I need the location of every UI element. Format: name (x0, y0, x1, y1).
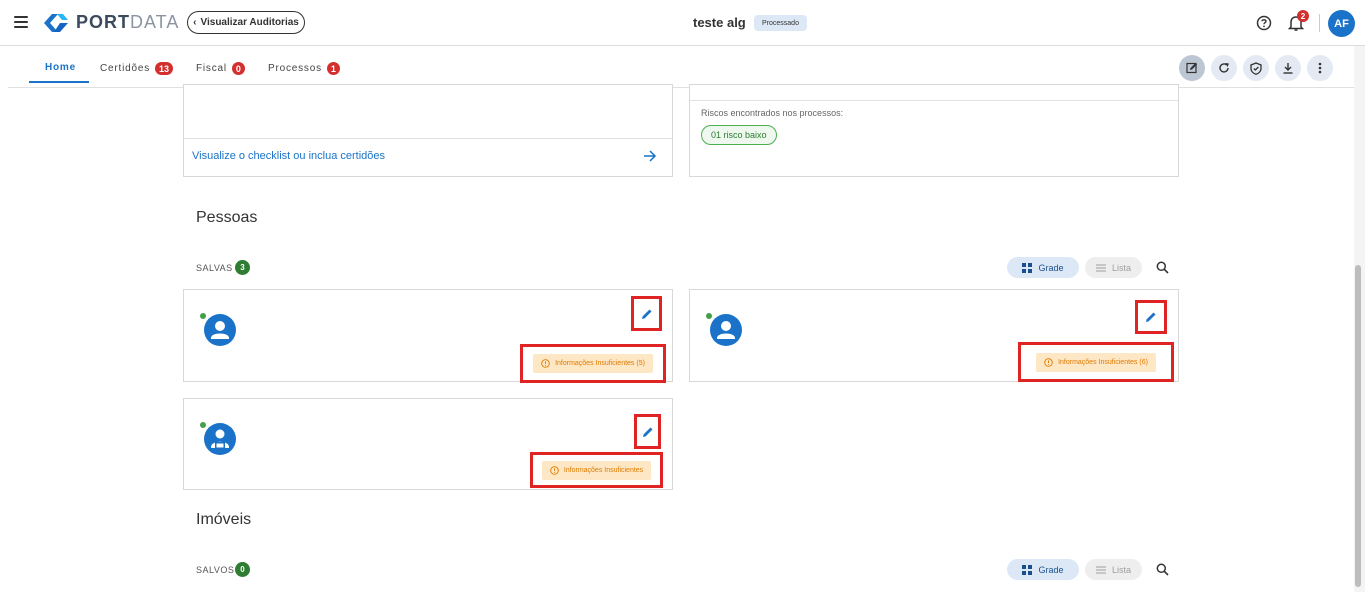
menu-icon[interactable] (14, 16, 28, 28)
status-badge: Processado (754, 15, 807, 31)
search-icon[interactable] (1156, 261, 1169, 274)
info-icon (550, 465, 559, 475)
info-icon (1044, 357, 1053, 367)
download-icon (1283, 63, 1293, 74)
certidoes-summary-card (183, 84, 673, 177)
saved-label: SALVOS (196, 565, 235, 575)
warning-highlight: Informações Insuficientes (530, 452, 663, 488)
tab-processos[interactable]: Processos 1 (268, 62, 340, 75)
edit-person-button[interactable] (634, 414, 661, 449)
business-person-icon (204, 423, 236, 455)
risk-label: Riscos encontrados nos processos: (701, 108, 844, 118)
tab-count-badge: 1 (326, 62, 340, 75)
download-button[interactable] (1275, 55, 1301, 81)
tab-certidoes[interactable]: Certidões 13 (100, 62, 174, 75)
grid-view-button[interactable]: Grade (1007, 559, 1079, 580)
list-view-button[interactable]: Lista (1085, 257, 1142, 278)
shield-button[interactable] (1243, 55, 1269, 81)
saved-count-badge: 3 (235, 260, 250, 275)
arrow-right-icon[interactable] (643, 150, 657, 162)
checklist-link[interactable]: Visualize o checklist ou inclua certidõe… (192, 150, 385, 162)
warning-highlight: Informações Insuficientes (6) (1018, 342, 1174, 382)
chevron-left-icon: ‹ (193, 17, 197, 28)
refresh-icon (1219, 63, 1229, 73)
warning-chip: Informações Insuficientes (541, 460, 652, 480)
refresh-button[interactable] (1211, 55, 1237, 81)
section-title-pessoas: Pessoas (196, 209, 258, 226)
saved-label: SALVAS (196, 263, 233, 273)
tab-count-badge: 13 (155, 62, 174, 75)
card-divider (690, 100, 1178, 101)
list-icon (1095, 264, 1106, 271)
risk-level-pill: 01 risco baixo (701, 125, 777, 145)
grid-icon (1022, 564, 1033, 575)
edit-icon (1186, 62, 1197, 74)
search-icon[interactable] (1156, 563, 1169, 576)
more-options-button[interactable] (1307, 55, 1333, 81)
edit-person-button[interactable] (631, 296, 662, 331)
list-view-button[interactable]: Lista (1085, 559, 1142, 580)
active-tab-indicator (29, 81, 89, 83)
tab-home[interactable]: Home (45, 62, 76, 73)
warning-chip: Informações Insuficientes (6) (1036, 352, 1156, 372)
info-icon (541, 359, 550, 368)
person-icon (710, 314, 742, 346)
warning-chip: Informações Insuficientes (5) (533, 354, 653, 373)
user-avatar[interactable]: AF (1328, 10, 1355, 37)
shield-icon (1250, 61, 1262, 75)
list-icon (1095, 566, 1106, 573)
grid-icon (1022, 262, 1033, 273)
tab-count-badge: 0 (231, 62, 245, 75)
grid-view-button[interactable]: Grade (1007, 257, 1079, 278)
document-title: teste alg (693, 15, 746, 30)
edit-person-button[interactable] (1135, 300, 1167, 334)
card-divider (184, 138, 672, 139)
section-title-imoveis: Imóveis (196, 511, 252, 528)
brand-logo-text: PORTDATA (76, 12, 180, 32)
pencil-icon (642, 427, 652, 437)
more-vert-icon (1318, 62, 1322, 74)
help-icon[interactable] (1256, 15, 1272, 31)
notification-count-badge: 2 (1297, 10, 1309, 22)
portdata-logo-icon (44, 14, 68, 32)
pencil-icon (641, 309, 651, 319)
pencil-icon (1146, 312, 1156, 322)
saved-count-badge: 0 (235, 562, 250, 577)
header-divider (1319, 14, 1320, 32)
back-to-audits-button[interactable]: ‹ Visualizar Auditorias (187, 11, 305, 34)
warning-highlight: Informações Insuficientes (5) (520, 344, 666, 383)
edit-button[interactable] (1179, 55, 1205, 81)
person-icon (204, 314, 236, 346)
tab-fiscal[interactable]: Fiscal 0 (196, 62, 245, 75)
scrollbar-thumb[interactable] (1355, 265, 1361, 587)
